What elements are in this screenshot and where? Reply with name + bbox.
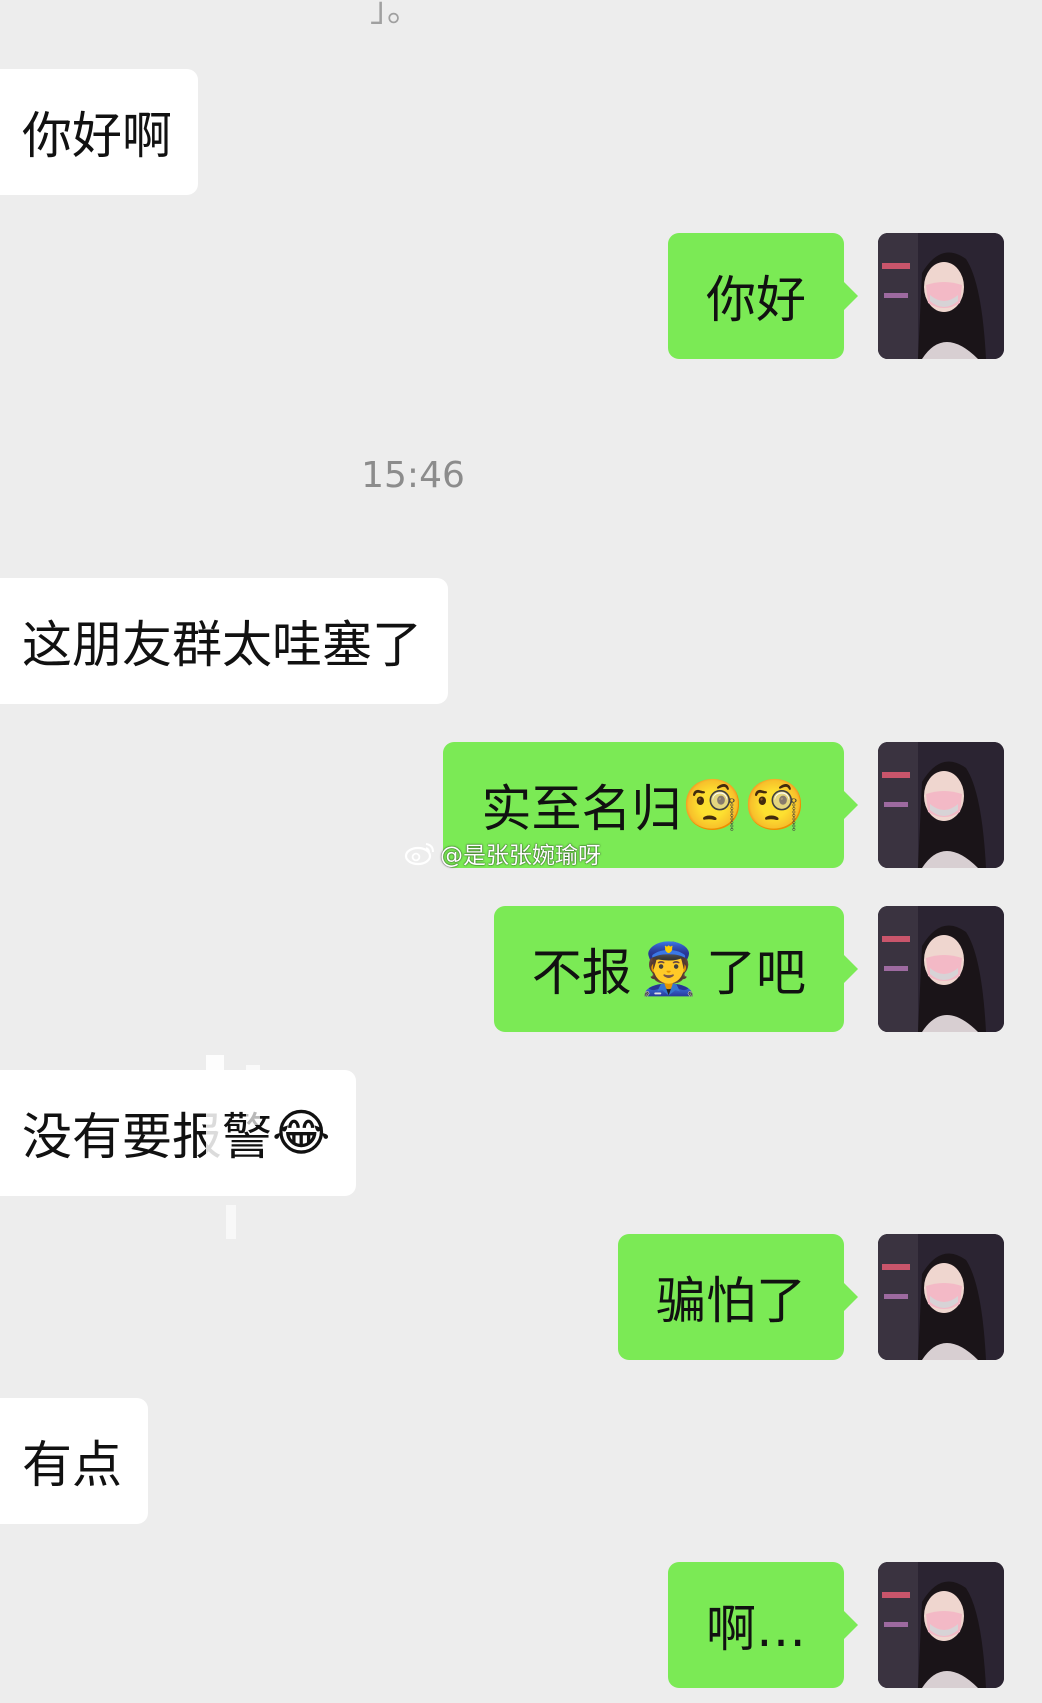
- message-text: 你好啊: [22, 107, 172, 165]
- message-text: 啊…: [706, 1600, 806, 1658]
- message-text: 没有要报警: [22, 1108, 272, 1166]
- message-text: 有点: [22, 1436, 122, 1494]
- message-bubble-received[interactable]: 有点: [0, 1398, 148, 1524]
- monocle-face-emoji-icon: 🧐🧐: [681, 775, 806, 834]
- cut-off-top-text: 」。: [370, 0, 421, 30]
- user-avatar-icon[interactable]: [878, 742, 1004, 868]
- message-text: 你好: [706, 271, 806, 329]
- message-bubble-sent[interactable]: 啊…: [668, 1562, 858, 1688]
- message-bubble-received[interactable]: 你好啊: [0, 69, 198, 195]
- message-bubble-sent[interactable]: 骗怕了: [618, 1234, 858, 1360]
- message-bubble-received[interactable]: 没有要报警 😂: [0, 1070, 357, 1196]
- user-avatar-icon[interactable]: [878, 233, 1004, 359]
- user-avatar-icon[interactable]: [878, 1562, 1004, 1688]
- user-avatar-icon[interactable]: [878, 906, 1004, 1032]
- message-text: 实至名归: [481, 780, 682, 838]
- user-avatar-icon[interactable]: [878, 1234, 1004, 1360]
- weibo-logo-icon: [404, 843, 434, 866]
- message-bubble-received[interactable]: 这朋友群太哇塞了: [0, 578, 448, 704]
- message-text: 了吧: [706, 944, 806, 1002]
- message-text: 骗怕了: [656, 1272, 806, 1330]
- message-text: 不报: [531, 944, 632, 1002]
- chat-timestamp: 15:46: [361, 455, 465, 496]
- police-officer-emoji-icon: 👮: [637, 939, 700, 998]
- message-text: 这朋友群太哇塞了: [22, 616, 422, 674]
- weibo-watermark: @是张张婉瑜呀: [404, 836, 601, 870]
- message-bubble-sent[interactable]: 你好: [668, 233, 858, 359]
- watermark-text: @是张张婉瑜呀: [440, 843, 601, 869]
- message-bubble-sent[interactable]: 不报 👮 了吧: [493, 906, 859, 1032]
- laughing-crying-emoji-icon: 😂: [272, 1104, 331, 1162]
